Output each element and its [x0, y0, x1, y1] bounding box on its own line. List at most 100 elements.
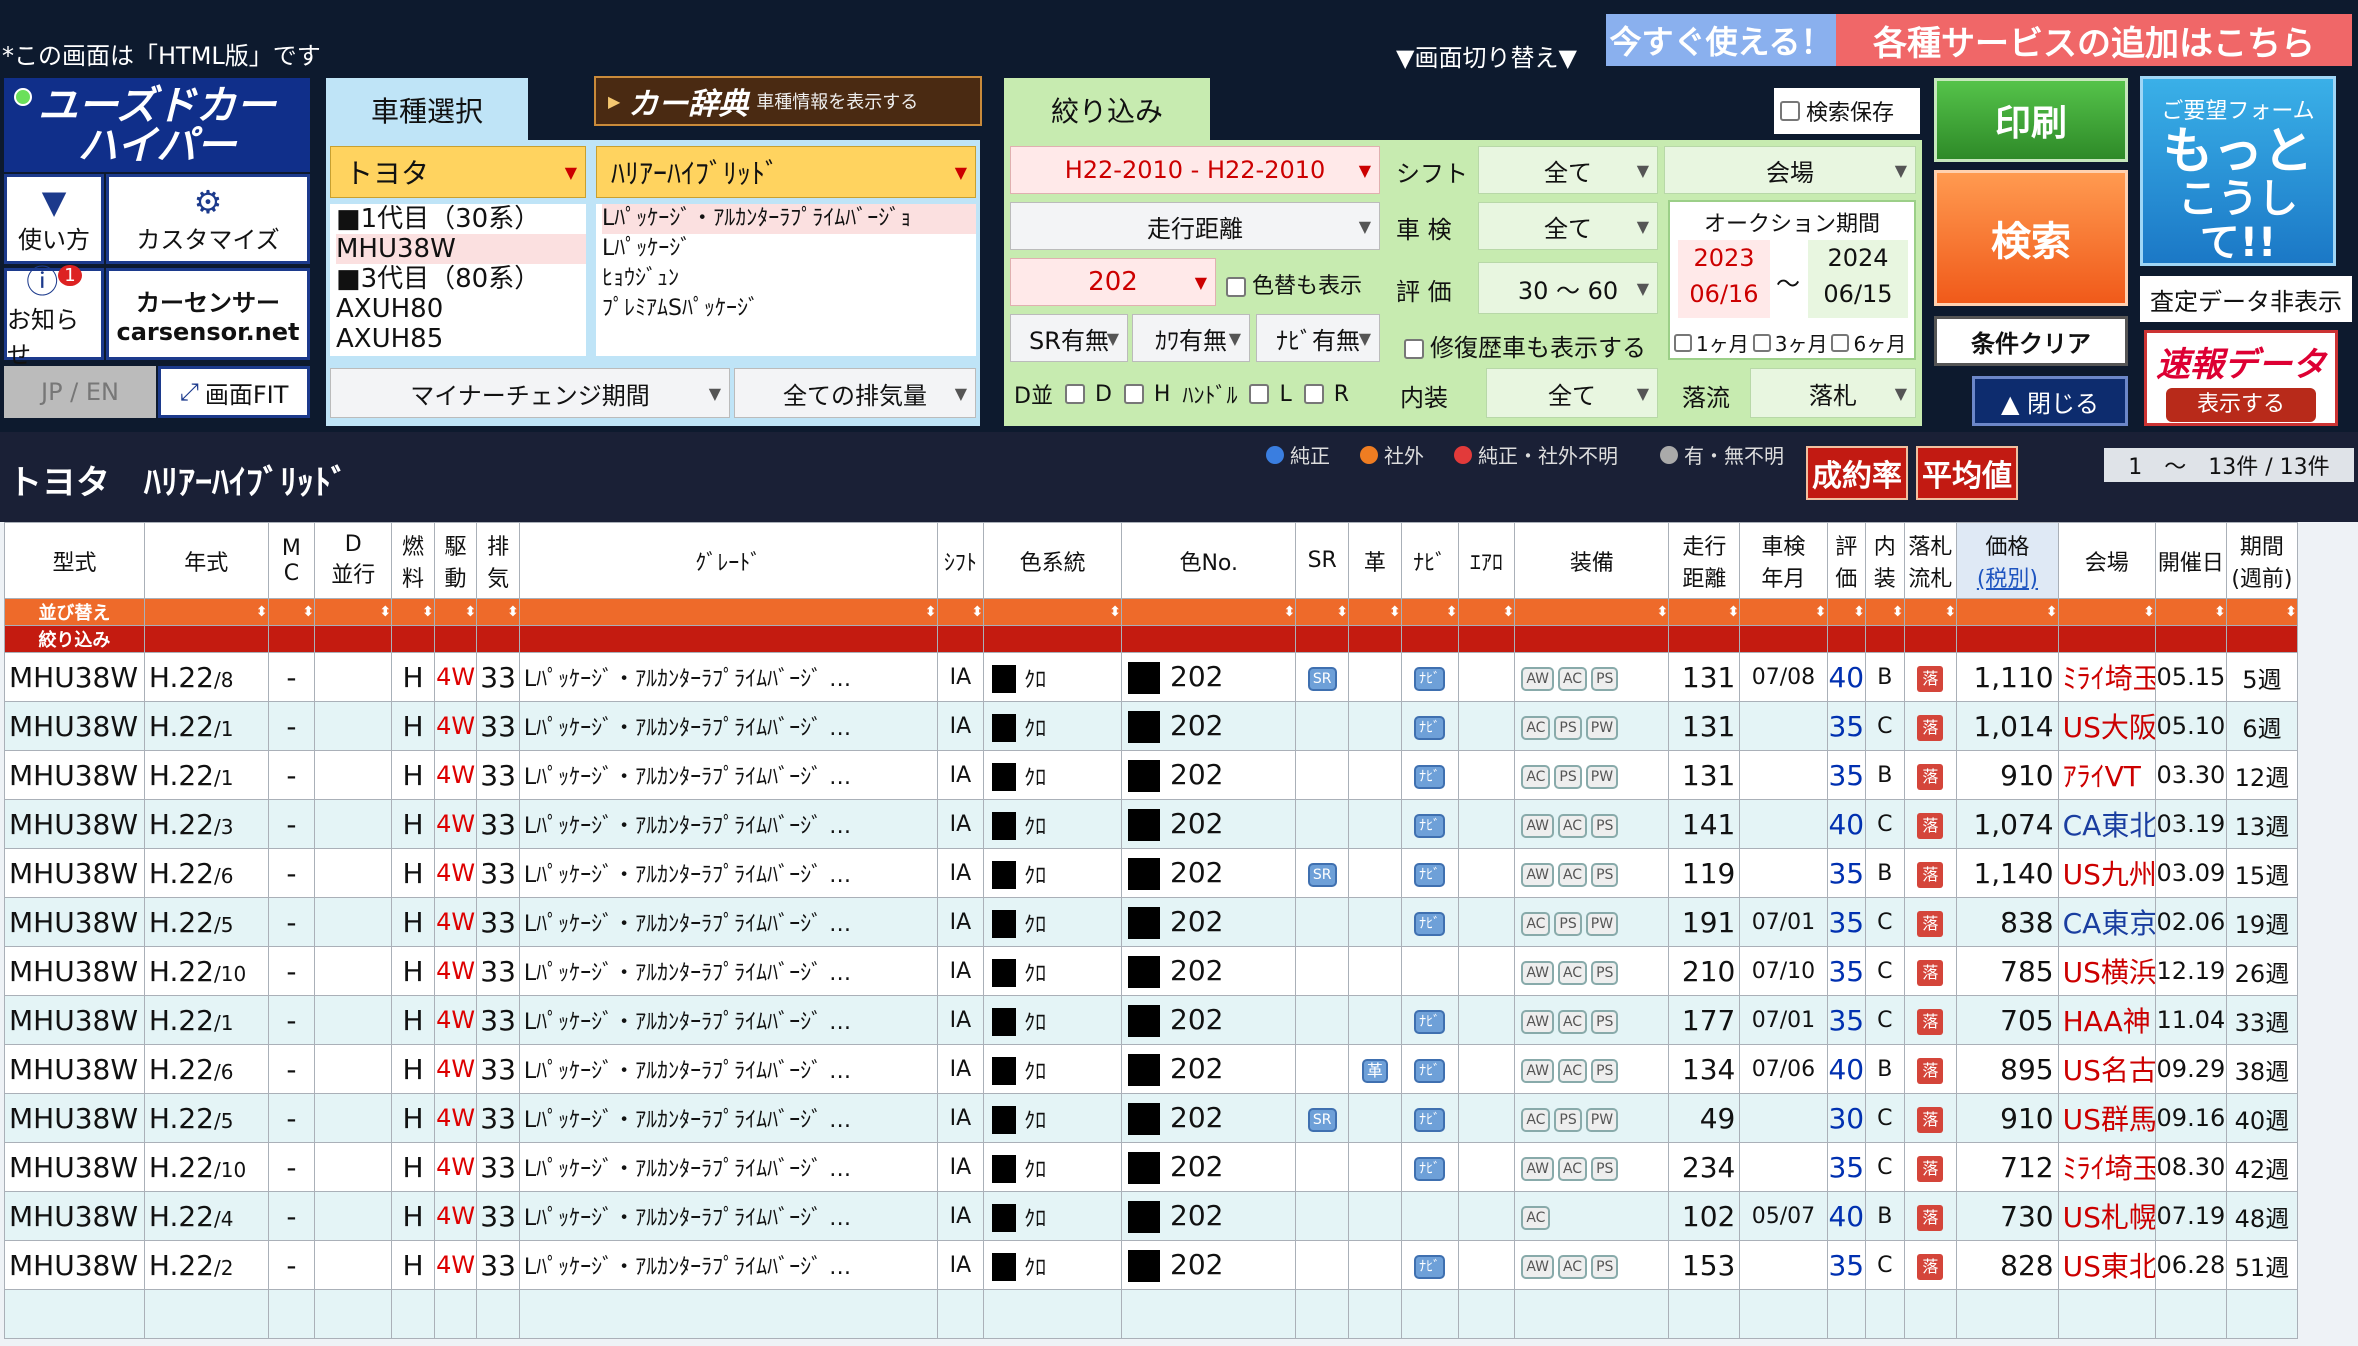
col-score[interactable]: 評価 [1826, 522, 1867, 599]
mileage-select[interactable]: 走行距離 ▼ [1010, 202, 1380, 250]
col-interior[interactable]: 内装 [1865, 522, 1905, 599]
request-form-button[interactable]: ご要望フォーム もっと こうして!! [2140, 76, 2336, 266]
car-dictionary-button[interactable]: ▶ カー辞典 車種情報を表示する [594, 76, 982, 126]
close-panel-button[interactable]: ▲ 閉じる [1972, 376, 2128, 426]
displacement-select[interactable]: 全ての排気量 ▼ [734, 368, 976, 418]
col-inspection[interactable]: 車検 年月 [1739, 522, 1828, 599]
filter-cell[interactable] [1739, 625, 1828, 653]
filter-cell[interactable] [314, 625, 393, 653]
col-exhaust[interactable]: 排気 [476, 522, 520, 599]
filter-cell[interactable] [1956, 625, 2059, 653]
col-navi[interactable]: ﾅﾋﾞ [1400, 522, 1459, 599]
table-row[interactable]: MHU38W H.22/6- H 4W 33 Lﾊﾟｯｹｰｼﾞ・ｱﾙｶﾝﾀｰﾗﾌﾟﾗｲﾑﾊ… [4, 1044, 2299, 1094]
filter-cell[interactable] [476, 625, 520, 653]
filter-cell[interactable] [1457, 625, 1516, 653]
sort-cell[interactable]: ⬍ [1457, 598, 1516, 626]
table-row[interactable]: MHU38W H.22/1- H 4W 33 Lﾊﾟｯｹｰｼﾞ・ｱﾙｶﾝﾀｰﾗﾌﾟﾗｲﾑﾊ… [4, 701, 2299, 751]
banner-add-service[interactable]: 各種サービスの追加はこちら [1836, 14, 2352, 66]
table-row[interactable]: MHU38W H.22/5- H 4W 33 Lﾊﾟｯｹｰｼﾞ・ｱﾙｶﾝﾀｰﾗﾌﾟﾗｲﾑﾊ… [4, 897, 2299, 947]
to-date-field[interactable]: 2024 06/15 [1808, 240, 1908, 318]
filter-cell[interactable] [1348, 625, 1402, 653]
sort-cell[interactable]: ⬍ [1865, 598, 1905, 626]
year-range-select[interactable]: H22-2010 - H22-2010 ▼ [1010, 146, 1380, 194]
col-fuel[interactable]: 燃料 [391, 522, 435, 599]
filter-cell[interactable] [267, 625, 316, 653]
col-color-no[interactable]: 色No. [1121, 522, 1297, 599]
venue-select[interactable]: 会場 ▼ [1664, 146, 1916, 194]
filter-cell[interactable] [1295, 625, 1350, 653]
tab-filter[interactable]: 絞り込み [1004, 78, 1210, 142]
banner-now[interactable]: 今すぐ使える！ [1606, 14, 1836, 66]
interior-select[interactable]: 全て ▼ [1486, 368, 1658, 418]
filter-cell[interactable] [518, 625, 938, 653]
filter-row[interactable]: 絞り込み [4, 625, 2299, 653]
filter-cell[interactable] [1121, 625, 1297, 653]
checkbox[interactable] [1303, 384, 1324, 404]
quick-data-show-button[interactable]: 表示する [2166, 388, 2316, 422]
sort-cell[interactable]: ⬍ [391, 598, 435, 626]
clear-conditions-button[interactable]: 条件クリア [1934, 316, 2128, 366]
col-grade[interactable]: ｸﾞﾚｰﾄﾞ [518, 522, 938, 599]
filter-cell[interactable] [391, 625, 435, 653]
filter-cell[interactable] [2225, 625, 2299, 653]
sort-cell[interactable]: ⬍ [1739, 598, 1828, 626]
tab-vehicle[interactable]: 車種選択 [326, 78, 528, 142]
table-row[interactable]: MHU38W H.22/2- H 4W 33 Lﾊﾟｯｹｰｼﾞ・ｱﾙｶﾝﾀｰﾗﾌﾟﾗｲﾑﾊ… [4, 1240, 2299, 1290]
table-row[interactable]: MHU38W H.22/4- H 4W 33 Lﾊﾟｯｹｰｼﾞ・ｱﾙｶﾝﾀｰﾗﾌﾟﾗｲﾑﾊ… [4, 1191, 2299, 1241]
col-venue[interactable]: 会場 [2057, 522, 2156, 599]
filter-cell[interactable] [1668, 625, 1741, 653]
repair-checkbox[interactable]: 修復歴車も表示する [1404, 328, 1646, 363]
carsensor-link[interactable]: カーセンサー carsensor.net [106, 268, 310, 360]
grade-list[interactable]: Lﾊﾟｯｹｰｼﾞ・ｱﾙｶﾝﾀｰﾗﾌﾟﾗｲﾑﾊﾞｰｼﾞｮ Lﾊﾟｯｹｰｼﾞ ﾋｮｳ… [596, 204, 976, 356]
sort-cell[interactable]: ⬍ [983, 598, 1123, 626]
col-d[interactable]: D 並行 [314, 522, 393, 599]
news-button[interactable]: ⓘ 1 お知らせ [4, 264, 104, 369]
sort-cell[interactable]: ⬍ [1668, 598, 1741, 626]
sort-cell[interactable]: ⬍ [2154, 598, 2227, 626]
sort-cell[interactable]: ⬍ [2225, 598, 2299, 626]
filter-cell[interactable] [2057, 625, 2156, 653]
table-row[interactable]: MHU38W H.22/10- H 4W 33 Lﾊﾟｯｹｰｼﾞ・ｱﾙｶﾝﾀｰﾗﾌﾟﾗｲﾑ… [4, 946, 2299, 996]
table-row[interactable]: MHU38W H.22/8- H 4W 33 Lﾊﾟｯｹｰｼﾞ・ｱﾙｶﾝﾀｰﾗﾌﾟﾗｲﾑﾊ… [4, 652, 2299, 702]
sort-cell[interactable]: ⬍ [1121, 598, 1297, 626]
sort-cell[interactable]: ⬍ [267, 598, 316, 626]
sr-select[interactable]: SR有無 ▼ [1010, 314, 1128, 362]
filter-cell[interactable] [1514, 625, 1670, 653]
sort-cell[interactable]: ⬍ [1295, 598, 1350, 626]
col-leather[interactable]: 革 [1348, 522, 1402, 599]
filter-cell[interactable] [2154, 625, 2227, 653]
inspect-select[interactable]: 全て ▼ [1478, 202, 1658, 250]
checkbox[interactable] [1404, 339, 1424, 359]
checkbox[interactable] [1249, 384, 1270, 404]
filter-cell[interactable] [1903, 625, 1958, 653]
eval-select[interactable]: 30 〜 60 ▼ [1478, 262, 1658, 314]
checkbox[interactable] [1674, 333, 1692, 352]
filter-cell[interactable] [143, 625, 269, 653]
col-year[interactable]: 年式 [143, 522, 269, 599]
filter-cell[interactable] [1826, 625, 1867, 653]
col-result[interactable]: 落札 流札 [1903, 522, 1958, 599]
table-row[interactable]: MHU38W H.22/10- H 4W 33 Lﾊﾟｯｹｰｼﾞ・ｱﾙｶﾝﾀｰﾗﾌﾟﾗｲﾑ… [4, 1142, 2299, 1192]
hide-appraisal-button[interactable]: 査定データ非表示 [2140, 276, 2352, 322]
list-item[interactable]: ﾋｮｳｼﾞｭﾝ [602, 264, 976, 294]
type-list[interactable]: ■1代目（30系） MHU38W ■3代目（80系） AXUH80 AXUH85 [330, 204, 586, 356]
sort-cell[interactable]: ⬍ [518, 598, 938, 626]
table-row[interactable]: MHU38W H.22/1- H 4W 33 Lﾊﾟｯｹｰｼﾞ・ｱﾙｶﾝﾀｰﾗﾌﾟﾗｲﾑﾊ… [4, 750, 2299, 800]
sort-cell[interactable]: ⬍ [1826, 598, 1867, 626]
sort-cell[interactable]: ⬍ [1400, 598, 1459, 626]
screen-fit-button[interactable]: ⤢ 画面FIT [158, 366, 310, 418]
list-item[interactable]: ■1代目（30系） [336, 204, 586, 234]
checkbox[interactable] [1752, 333, 1771, 352]
sort-cell[interactable]: ⬍ [314, 598, 393, 626]
sort-cell[interactable]: ⬍ [1956, 598, 2059, 626]
checkbox[interactable] [1780, 101, 1800, 121]
maker-select[interactable]: トヨタ ▼ [330, 146, 586, 198]
list-item[interactable]: ■3代目（80系） [336, 264, 586, 294]
sort-cell[interactable]: ⬍ [143, 598, 269, 626]
col-date[interactable]: 開催日 [2154, 522, 2227, 599]
color-select[interactable]: 202 ▼ [1010, 258, 1216, 306]
model-select[interactable]: ﾊﾘｱｰﾊｲﾌﾞﾘｯﾄﾞ ▼ [596, 146, 976, 198]
col-model[interactable]: 型式 [4, 522, 145, 599]
list-item[interactable]: Lﾊﾟｯｹｰｼﾞ・ｱﾙｶﾝﾀｰﾗﾌﾟﾗｲﾑﾊﾞｰｼﾞｮ [602, 204, 976, 234]
sold-select[interactable]: 落札 ▼ [1750, 368, 1916, 418]
